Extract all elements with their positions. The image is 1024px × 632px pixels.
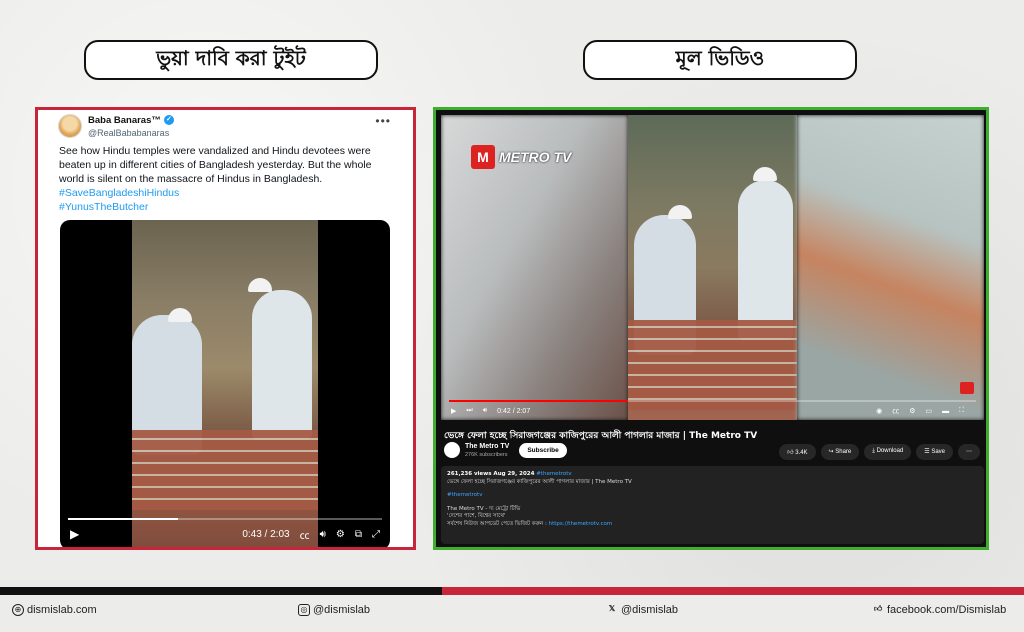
tweet-author-handle[interactable]: @RealBababanaras [88,128,174,138]
video-controls: ▶ 0:43 / 2:03 ㏄ 🔊︎ ⚙︎ ⧉ ⤢ [60,518,390,547]
youtube-screenshot: M METRO TV ▶ ⏭ 🔊︎ 0:42 / 2:07 ◉ ㏄ ⚙︎ ▭ ▬… [433,107,989,550]
channel-name[interactable]: The Metro TV [465,443,509,450]
video-description[interactable]: 261,236 views Aug 29, 2024 #themetrotv ভ… [441,466,984,544]
fake-claim-heading-text: ভুয়া দাবি করা টুইট [156,45,306,70]
pip-icon[interactable]: ⧉ [355,529,362,540]
video-figure [738,180,793,340]
description-line: সর্বশেষ নিউজ আপডেট পেতে ভিজিট করুন : [447,520,547,527]
fullscreen-icon[interactable]: ⛶ [959,407,964,415]
video-blur-right [797,115,984,420]
fullscreen-icon[interactable]: ⤢ [372,529,380,540]
footer-facebook-text: facebook.com/Dismislab [887,604,1007,616]
share-button[interactable]: ↪ Share [820,444,860,460]
metro-tv-logo-text: METRO TV [499,149,572,165]
share-label: Share [835,449,852,455]
video-actions: 👍︎ 3.4K ↪ Share ⤓ Download ☰ Save ⋯ [774,444,980,460]
video-figure-cap [668,205,692,219]
footer-divider-accent [442,587,1024,595]
hashtag-link[interactable]: #SaveBangladeshiHindus [59,186,379,200]
settings-icon[interactable]: ⚙︎ [336,529,345,540]
more-options-icon[interactable]: ••• [375,114,391,128]
like-count: 3.4K [795,450,808,456]
hashtag-link[interactable]: #YunusTheButcher [59,200,379,214]
hashtag-link[interactable]: #themetrotv [447,492,978,500]
avatar[interactable] [58,114,82,138]
original-video-heading: মূল ভিডিও [583,40,857,80]
description-line: ভেঙ্গে ফেলা হচ্ছে সিরাজগঞ্জের কাজিপুরের … [447,478,632,485]
footer-instagram[interactable]: ◎ @dismislab [298,604,370,616]
description-line: 'দেশের পাশে, বিশ্বের সাথে' [447,513,506,519]
subscriber-count: 276K subscribers [465,451,508,458]
footer: ⊕ dismislab.com ◎ @dismislab 𝕏 @dismisla… [0,595,1024,632]
play-icon[interactable]: ▶ [70,527,79,541]
youtube-controls: ▶ ⏭ 🔊︎ 0:42 / 2:07 ◉ ㏄ ⚙︎ ▭ ▬ ⛶ [441,402,984,420]
save-button[interactable]: ☰ Save [916,444,953,460]
volume-icon[interactable]: 🔊︎ [483,407,487,415]
footer-x-text: @dismislab [621,604,679,616]
volume-icon[interactable]: 🔊︎ [320,529,326,540]
hashtag-link[interactable]: #themetrotv [536,471,571,477]
original-video-heading-text: মূল ভিডিও [675,45,765,70]
next-icon[interactable]: ⏭ [466,407,472,415]
facebook-like-icon: 👍︎ [873,604,883,613]
footer-website-text: dismislab.com [27,604,97,616]
tweet-author[interactable]: Baba Banaras™ ✓ @RealBababanaras [58,114,174,138]
thumbs-up-icon: 👍︎ [787,450,796,456]
tweet-text: See how Hindu temples were vandalized an… [59,144,379,214]
tweet-body: See how Hindu temples were vandalized an… [59,145,372,185]
video-title: ভেঙ্গে ফেলা হচ্ছে সিরাজগঞ্জের কাজিপুরের … [444,431,758,441]
view-and-date: 261,236 views Aug 29, 2024 [447,471,535,477]
tweet-author-name[interactable]: Baba Banaras™ ✓ [88,115,174,126]
video-frame [132,220,318,547]
miniplayer-icon[interactable]: ▭ [925,407,932,415]
subscribe-button[interactable]: Subscribe [519,442,567,458]
download-button[interactable]: ⤓ Download [864,444,912,460]
avatar[interactable] [444,442,460,458]
video-figure-cap [753,167,777,181]
download-label: Download [876,448,904,454]
x-icon: 𝕏 [608,604,616,613]
tweet-author-name-text: Baba Banaras™ [88,114,161,126]
video-figure-cap [168,308,192,322]
metro-tv-logo-icon: M [471,145,495,169]
footer-facebook[interactable]: 👍︎ facebook.com/Dismislab [872,604,1006,616]
settings-icon[interactable]: ⚙︎ [909,407,915,415]
tweet-screenshot: Baba Banaras™ ✓ @RealBababanaras ••• See… [35,107,416,550]
fake-claim-heading: ভুয়া দাবি করা টুইট [84,40,378,80]
description-line: The Metro TV - দ্য মেট্রো টিভি [447,505,521,512]
save-label: Save [931,449,945,455]
video-figure-cap [248,278,272,292]
video-brick-wall [628,320,797,410]
metro-tv-logo: M METRO TV [471,145,571,169]
video-time: 0:43 / 2:03 [242,528,290,540]
youtube-time: 0:42 / 2:07 [497,407,531,415]
video-frame [628,115,797,420]
channel-info: The Metro TV 276K subscribers Subscribe [444,442,567,458]
video-figure [252,290,312,440]
globe-icon: ⊕ [12,604,24,616]
video-brick-wall [132,430,318,510]
website-link[interactable]: https://themetrotv.com [549,521,613,527]
play-icon[interactable]: ▶ [451,407,456,415]
like-button[interactable]: 👍︎ 3.4K [779,444,816,460]
captions-icon[interactable]: ㏄ [892,406,899,416]
tweet-video-player[interactable]: ▶ 0:43 / 2:03 ㏄ 🔊︎ ⚙︎ ⧉ ⤢ [60,220,390,547]
footer-instagram-text: @dismislab [313,604,371,616]
theater-icon[interactable]: ▬ [942,408,949,415]
captions-icon[interactable]: ㏄ [300,527,310,542]
channel-watermark-icon[interactable] [960,382,974,394]
footer-website[interactable]: ⊕ dismislab.com [12,604,97,616]
autoplay-toggle-icon[interactable]: ◉ [876,407,882,415]
instagram-icon: ◎ [298,604,310,616]
footer-x[interactable]: 𝕏 @dismislab [606,604,678,616]
youtube-video-player[interactable]: M METRO TV ▶ ⏭ 🔊︎ 0:42 / 2:07 ◉ ㏄ ⚙︎ ▭ ▬… [441,115,984,420]
verified-badge-icon: ✓ [163,115,174,125]
more-options-icon[interactable]: ⋯ [958,444,980,460]
